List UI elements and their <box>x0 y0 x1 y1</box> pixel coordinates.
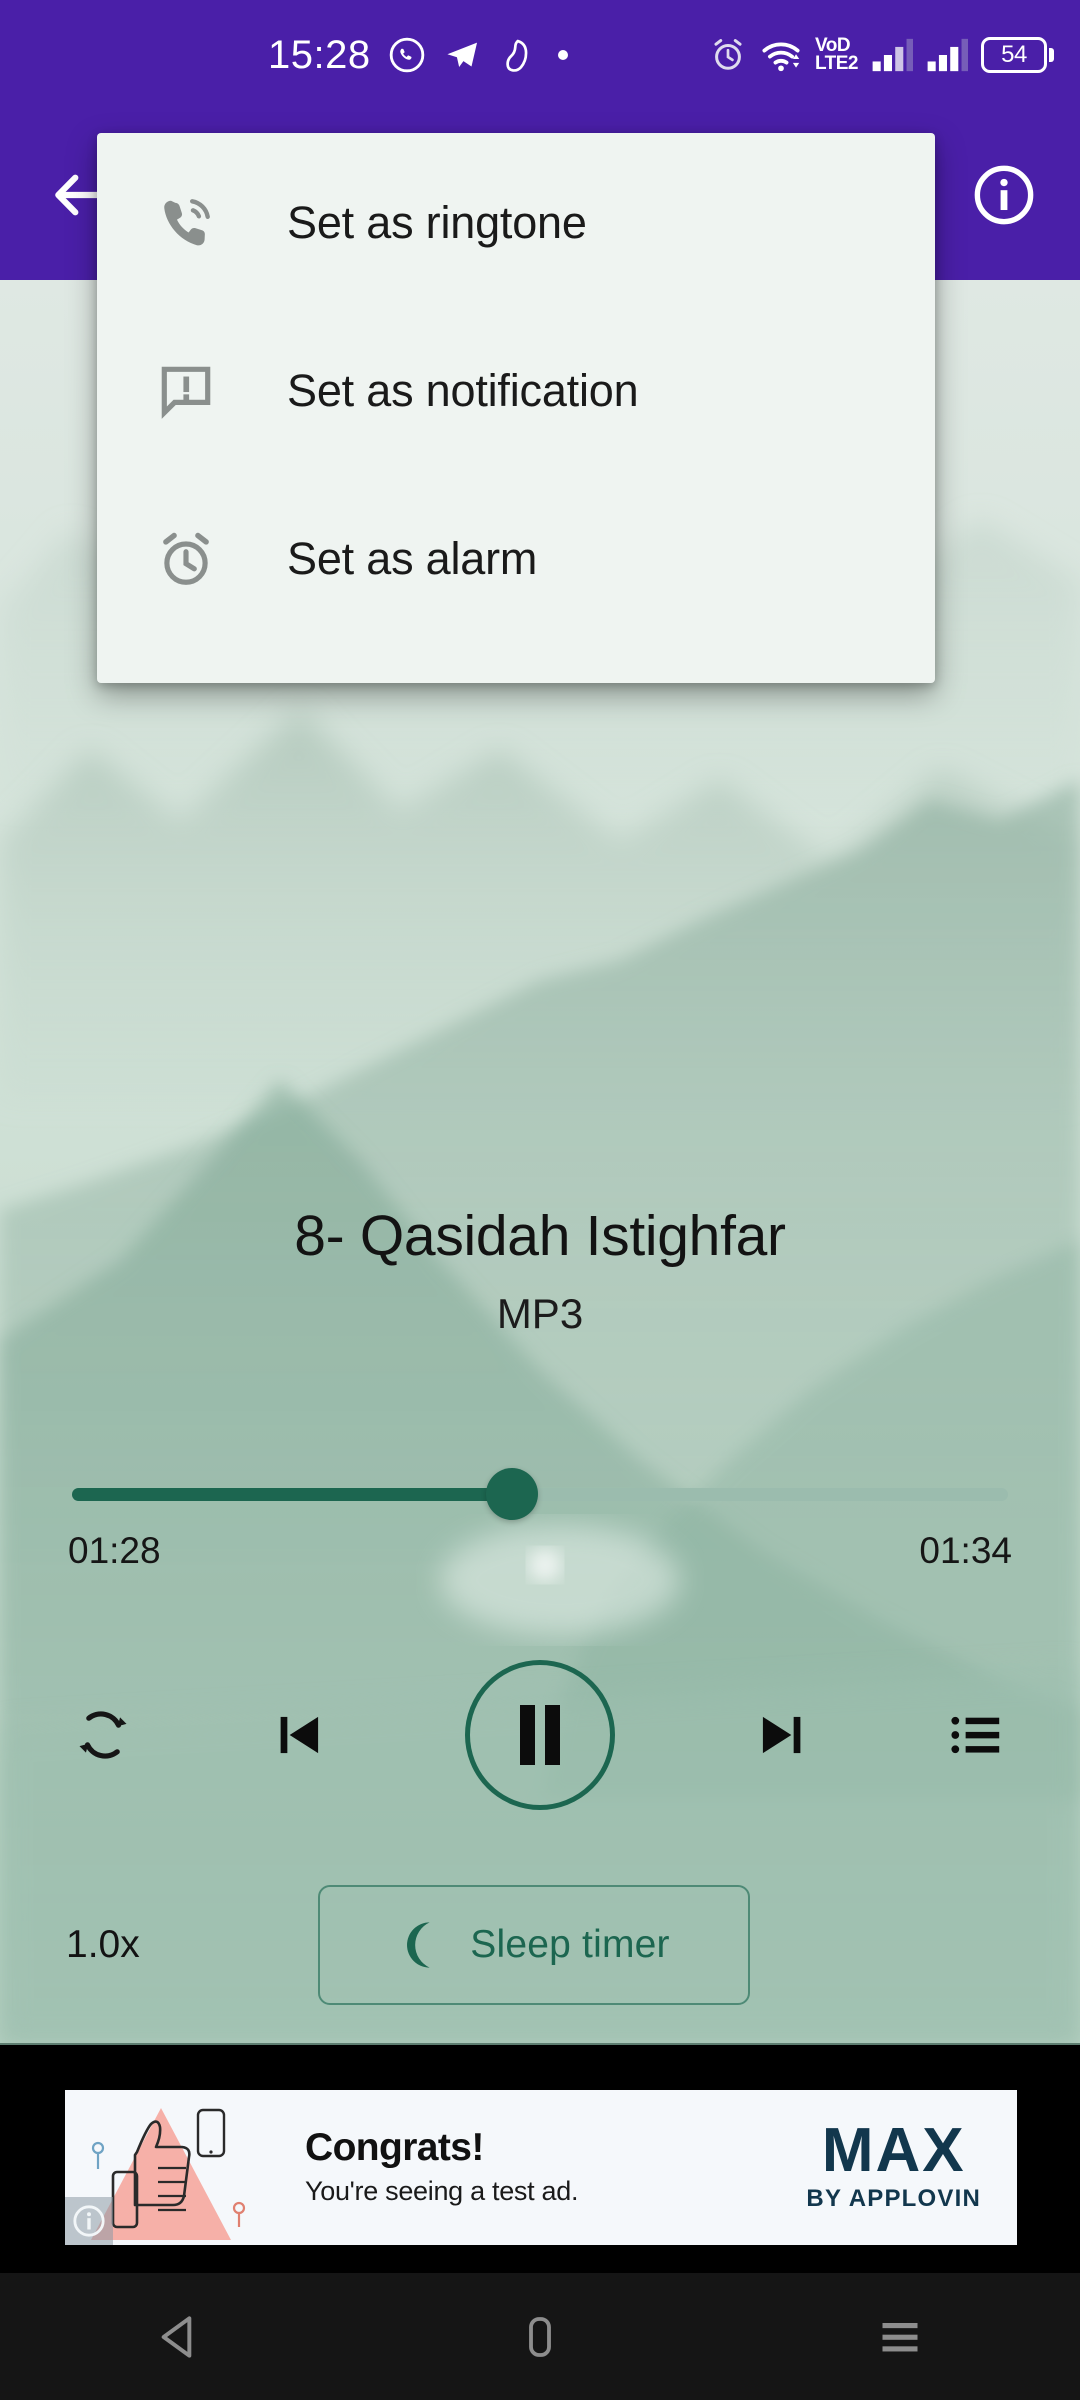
next-button[interactable] <box>750 1704 812 1766</box>
seek-fill <box>72 1487 512 1501</box>
dot-indicator-icon <box>557 50 568 60</box>
menu-item-set-as-notification[interactable]: Set as notification <box>97 307 935 475</box>
nav-back-icon <box>161 2315 192 2358</box>
skip-previous-icon <box>280 1716 318 1754</box>
ad-brand-name: MAX <box>821 2116 966 2186</box>
playback-controls <box>0 1650 1080 1820</box>
repeat-icon <box>79 1711 127 1759</box>
menu-item-label: Set as ringtone <box>287 197 587 248</box>
seek-thumb[interactable] <box>485 1468 538 1520</box>
extras-row: 1.0x Sleep timer <box>0 1880 1080 2010</box>
menu-item-set-as-alarm[interactable]: Set as alarm <box>97 475 935 643</box>
signal-sim1-icon <box>872 38 913 72</box>
ad-subtext: You're seeing a test ad. <box>305 2176 579 2207</box>
sleep-timer-button[interactable]: Sleep timer <box>318 1885 750 2005</box>
time-row: 01:28 01:34 <box>68 1530 1012 1572</box>
track-format-label: MP3 <box>496 1289 584 1337</box>
wifi-icon <box>762 42 800 72</box>
status-time: 15:28 <box>268 33 371 77</box>
notification-message-icon <box>155 360 229 422</box>
pause-icon <box>520 1705 560 1765</box>
phone-screen: 8- Qasidah Istighfar MP3 01:28 01:34 1.0… <box>0 0 1080 2400</box>
playlist-button[interactable] <box>946 1704 1008 1766</box>
info-circle-icon <box>974 165 1034 225</box>
ad-headline: Congrats! <box>305 2125 484 2169</box>
total-time-label: 01:34 <box>919 1530 1012 1571</box>
nav-home-icon <box>529 2316 551 2357</box>
skip-next-icon <box>762 1716 800 1754</box>
battery-icon: 54 <box>981 37 1054 73</box>
track-info: 8- Qasidah Istighfar MP3 <box>0 1205 1080 1338</box>
nav-recents-button[interactable] <box>810 2273 990 2400</box>
menu-item-set-as-ringtone[interactable]: Set as ringtone <box>97 139 935 307</box>
status-bar: 15:28 VoD LTE2 54 <box>0 0 1080 110</box>
ad-brand: MAX BY APPLOVIN <box>806 2116 1017 2213</box>
previous-button[interactable] <box>269 1704 331 1766</box>
battery-level-label: 54 <box>981 37 1047 73</box>
info-button[interactable] <box>970 161 1038 229</box>
nav-back-button[interactable] <box>90 2273 270 2400</box>
elapsed-time-label: 01:28 <box>68 1530 161 1571</box>
nav-home-button[interactable] <box>450 2273 630 2400</box>
alarm-icon <box>714 39 742 70</box>
nav-recents-icon <box>882 2322 918 2351</box>
playlist-queue-icon <box>951 1716 1000 1754</box>
playback-speed-label[interactable]: 1.0x <box>66 1923 140 1967</box>
menu-item-label: Set as notification <box>287 365 639 416</box>
telegram-icon <box>447 42 477 68</box>
alarm-clock-icon <box>155 528 229 590</box>
volte-icon: VoD LTE2 <box>814 36 859 74</box>
menu-item-label: Set as alarm <box>287 533 538 584</box>
seek-area: 01:28 01:34 <box>0 1468 1080 1572</box>
ad-artwork <box>65 2090 301 2245</box>
repeat-button[interactable] <box>72 1704 134 1766</box>
play-pause-button[interactable] <box>465 1660 615 1810</box>
app-notification-icon <box>505 39 527 72</box>
sleep-timer-label: Sleep timer <box>470 1923 670 1966</box>
signal-sim2-icon <box>927 38 968 72</box>
seek-slider[interactable] <box>72 1468 1008 1520</box>
ad-info-icon[interactable] <box>65 2197 113 2245</box>
system-nav-bar <box>0 2273 1080 2400</box>
whatsapp-icon <box>389 37 424 73</box>
ad-banner[interactable]: Congrats! You're seeing a test ad. MAX B… <box>65 2090 1017 2245</box>
battery-cap <box>1049 48 1054 62</box>
page-title: 8- Qasidah Istighfar <box>294 1204 786 1268</box>
ad-text: Congrats! You're seeing a test ad. <box>301 2125 806 2208</box>
popup-menu: Set as ringtone Set as notification Set … <box>97 133 935 683</box>
volte-line2: LTE2 <box>814 53 859 74</box>
ringtone-phone-icon <box>155 192 229 254</box>
ad-brand-sub: BY APPLOVIN <box>806 2184 981 2212</box>
crescent-moon-icon <box>407 1922 430 1968</box>
ad-divider <box>0 2043 1080 2045</box>
